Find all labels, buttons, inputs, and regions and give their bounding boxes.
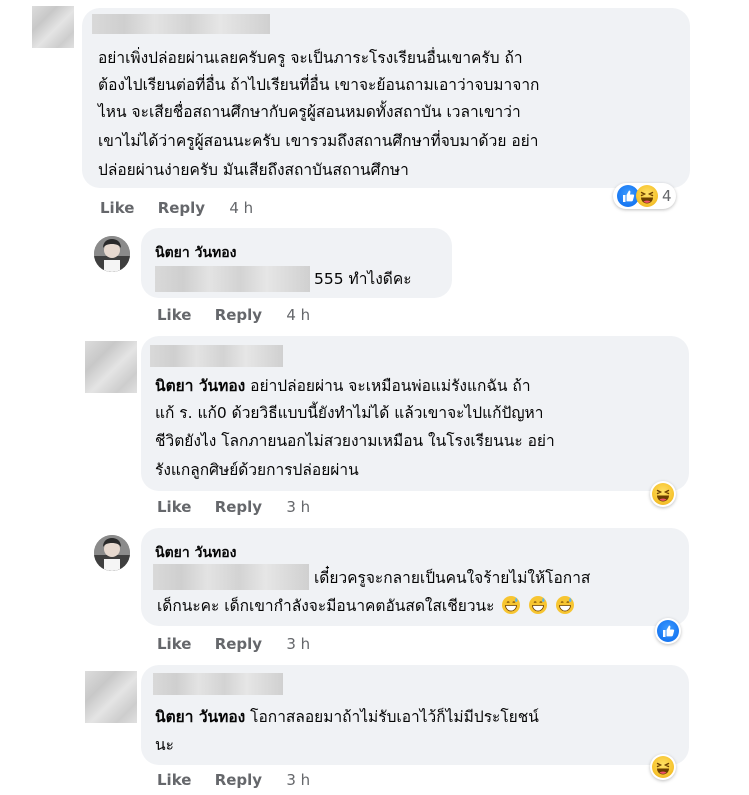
author-name-redacted[interactable]: [150, 345, 283, 367]
profile-photo-icon: [94, 236, 130, 272]
timestamp[interactable]: 3 h: [286, 635, 310, 653]
avatar[interactable]: [94, 535, 130, 571]
reaction-summary[interactable]: [655, 618, 681, 644]
reply-link[interactable]: Reply: [158, 199, 205, 217]
comment-text-line: ปล่อยผ่านง่ายครับ มันเสียถึงสถาบันสถานศึ…: [98, 161, 409, 179]
comment-actions: Like Reply 3 h: [157, 635, 310, 653]
comment-text-line: เด็กนะคะ เด็กเขากำลังจะมีอนาคตอันสดใสเชี…: [157, 591, 575, 621]
grin-sweat-emoji-icon: [528, 595, 548, 615]
reaction-summary[interactable]: 4: [613, 183, 676, 209]
comment-actions: Like Reply 4 h: [157, 306, 310, 324]
comment-text: โอกาสลอยมาถ้าไม่รับเอาไว้ก็ไม่มีประโยชน์: [245, 708, 539, 726]
avatar[interactable]: [32, 6, 74, 48]
comment-text-line: แก้ ร. แก้0 ด้วยวิธีแบบนี้ยังทำไม่ได้ แล…: [155, 404, 544, 422]
comment-text-line: อย่าเพิ่งปล่อยผ่านเลยครับครู จะเป็นภาระโ…: [98, 49, 523, 67]
like-link[interactable]: Like: [157, 635, 191, 653]
grin-sweat-emoji-icon: [555, 595, 575, 615]
reply-link[interactable]: Reply: [215, 771, 262, 789]
author-name[interactable]: นิตยา วันทอง: [155, 542, 237, 564]
comment-actions: Like Reply 3 h: [157, 498, 310, 516]
timestamp[interactable]: 4 h: [229, 199, 253, 217]
comment-actions: Like Reply 4 h: [100, 199, 253, 217]
haha-reaction-icon: [636, 185, 658, 207]
comment-text-line: เดี๋ยวครูจะกลายเป็นคนใจร้ายไม่ให้โอกาส: [314, 569, 591, 587]
avatar[interactable]: [94, 236, 130, 272]
reaction-count: 4: [662, 187, 672, 205]
comment-text: เด็กนะคะ เด็กเขากำลังจะมีอนาคตอันสดใสเชี…: [157, 597, 495, 615]
mentioned-name[interactable]: นิตยา วันทอง: [155, 377, 245, 395]
author-name[interactable]: นิตยา วันทอง: [155, 242, 237, 264]
reply-link[interactable]: Reply: [215, 635, 262, 653]
comment-text-line: ไหน จะเสียชื่อสถานศึกษากับครูผู้สอนหมดทั…: [98, 103, 521, 121]
author-name-redacted[interactable]: [153, 673, 283, 695]
comment-actions: Like Reply 3 h: [157, 771, 310, 789]
mention-tag-redacted[interactable]: [155, 266, 310, 292]
profile-photo-icon: [94, 535, 130, 571]
comment-text-line: นะ: [155, 736, 174, 754]
reply-link[interactable]: Reply: [215, 498, 262, 516]
like-link[interactable]: Like: [157, 771, 191, 789]
timestamp[interactable]: 3 h: [286, 498, 310, 516]
comment-text-line: เขาไม่ได้ว่าครูผู้สอนนะครับ เขารวมถึงสถา…: [98, 132, 539, 150]
like-link[interactable]: Like: [100, 199, 134, 217]
like-link[interactable]: Like: [157, 498, 191, 516]
timestamp[interactable]: 3 h: [286, 771, 310, 789]
comment-text-line: ต้องไปเรียนต่อที่อื่น ถ้าไปเรียนที่อื่น …: [98, 76, 540, 94]
author-name-redacted[interactable]: [92, 14, 270, 34]
comment-text: 555 ทำไงดีคะ: [314, 270, 412, 288]
grin-sweat-emoji-icon: [501, 595, 521, 615]
mention-tag-redacted[interactable]: [153, 564, 309, 590]
comment-text: อย่าปล่อยผ่าน จะเหมือนพ่อแม่รังแกฉัน ถ้า: [245, 377, 531, 395]
reaction-summary[interactable]: [650, 754, 676, 780]
like-reaction-icon: [657, 620, 679, 642]
reply-link[interactable]: Reply: [215, 306, 262, 324]
comment-text-line: นิตยา วันทอง อย่าปล่อยผ่าน จะเหมือนพ่อแม…: [155, 371, 531, 401]
avatar[interactable]: [85, 671, 137, 723]
avatar[interactable]: [85, 341, 137, 393]
like-link[interactable]: Like: [157, 306, 191, 324]
comment-text-line: ชีวิตยังไง โลกภายนอกไม่สวยงามเหมือน ในโร…: [155, 432, 555, 450]
mentioned-name[interactable]: นิตยา วันทอง: [155, 708, 245, 726]
timestamp[interactable]: 4 h: [286, 306, 310, 324]
haha-reaction-icon: [652, 756, 674, 778]
reaction-summary[interactable]: [650, 481, 676, 507]
comment-text-line: รังแกลูกศิษย์ด้วยการปล่อยผ่าน: [155, 461, 359, 479]
comment-text-line: นิตยา วันทอง โอกาสลอยมาถ้าไม่รับเอาไว้ก็…: [155, 702, 539, 732]
haha-reaction-icon: [652, 483, 674, 505]
